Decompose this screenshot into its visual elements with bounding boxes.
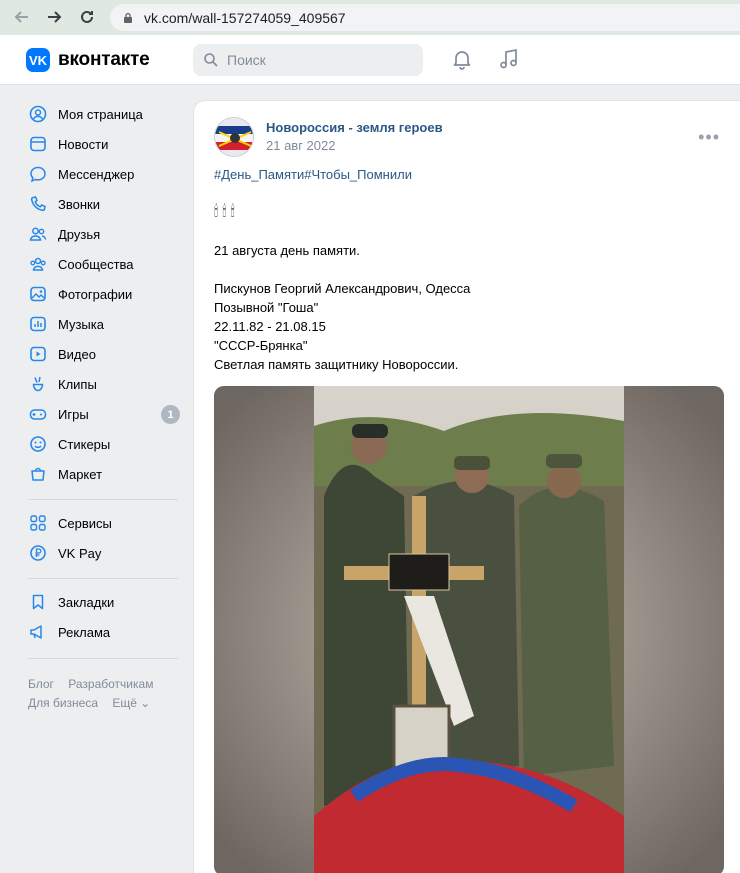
address-bar[interactable]: vk.com/wall-157274059_409567 — [110, 4, 740, 31]
sidebar-item-label: Реклама — [58, 624, 111, 640]
footer-link-developers[interactable]: Разработчикам — [68, 677, 153, 691]
footer-link-more[interactable]: Ещё ⌄ — [112, 696, 150, 710]
post-photo[interactable] — [214, 386, 724, 873]
bell-icon[interactable] — [450, 47, 474, 71]
sidebar-item-label: VK Pay — [58, 545, 102, 561]
sidebar-item-label: Сообщества — [58, 256, 134, 272]
post-author[interactable]: Новороссия - земля героев — [266, 120, 443, 135]
browser-toolbar: vk.com/wall-157274059_409567 — [0, 0, 740, 35]
sidebar-item-stickers[interactable]: Стикеры — [28, 431, 188, 457]
sidebar-item-label: Сервисы — [58, 515, 112, 531]
sidebar-item-vkpay[interactable]: VK Pay — [28, 540, 188, 566]
post-text-line: Пискунов Георгий Александрович, Одесса — [214, 281, 471, 296]
sidebar-item-label: Клипы — [58, 376, 97, 392]
games-badge: 1 — [161, 405, 180, 424]
sidebar-item-clips[interactable]: Клипы — [28, 371, 188, 397]
sidebar-item-communities[interactable]: Сообщества — [28, 251, 188, 277]
sidebar-item-bookmarks[interactable]: Закладки — [28, 589, 188, 615]
sidebar-item-photos[interactable]: Фотографии — [28, 281, 188, 307]
post-date[interactable]: 21 авг 2022 — [266, 138, 335, 153]
post-text-line: "СССР-Брянка" — [214, 338, 308, 353]
vk-header: VK вконтакте — [0, 35, 740, 85]
sidebar-item-friends[interactable]: Друзья — [28, 221, 188, 247]
communities-icon — [28, 254, 48, 274]
sidebar-item-label: Фотографии — [58, 286, 133, 302]
sidebar-item-label: Закладки — [58, 594, 115, 610]
video-icon — [28, 344, 48, 364]
sidebar-divider — [28, 578, 178, 579]
post-text-line: 22.11.82 - 21.08.15 — [214, 319, 326, 334]
sidebar-item-label: Звонки — [58, 196, 100, 212]
vk-logo-icon[interactable]: VK — [26, 48, 50, 72]
music-note-icon[interactable] — [497, 47, 521, 71]
clips-icon — [28, 374, 48, 394]
sidebar-item-news[interactable]: Новости — [28, 131, 188, 157]
sidebar-item-calls[interactable]: Звонки — [28, 191, 188, 217]
wall-post: Новороссия - земля героев 21 авг 2022 ••… — [193, 100, 740, 873]
sidebar-item-label: Мессенджер — [58, 166, 135, 182]
candle-emojis: 🕯🕯🕯 — [214, 203, 239, 220]
sidebar-item-label: Друзья — [58, 226, 101, 242]
search-input[interactable] — [227, 52, 407, 68]
search-box[interactable] — [193, 44, 423, 76]
footer-link-business[interactable]: Для бизнеса — [28, 696, 98, 710]
news-icon — [28, 134, 48, 154]
post-text-line: 21 августа день памяти. — [214, 243, 360, 258]
post-text-line: Позывной "Гоша" — [214, 300, 319, 315]
games-icon — [28, 404, 48, 424]
sidebar-footer: Блог Разработчикам — [28, 677, 164, 691]
message-icon — [28, 164, 48, 184]
market-icon — [28, 464, 48, 484]
sidebar-item-label: Новости — [58, 136, 109, 152]
sidebar-item-games[interactable]: Игры 1 — [28, 401, 188, 427]
sidebar: Моя страница Новости Мессенджер Звонки Д… — [0, 86, 192, 873]
sidebar-item-label: Музыка — [58, 316, 104, 332]
more-icon[interactable]: ••• — [698, 127, 720, 148]
sidebar-item-label: Моя страница — [58, 106, 143, 122]
sidebar-item-music[interactable]: Музыка — [28, 311, 188, 337]
user-circle-icon — [28, 104, 48, 124]
lock-icon — [124, 12, 132, 23]
sidebar-item-services[interactable]: Сервисы — [28, 510, 188, 536]
services-icon — [28, 513, 48, 533]
phone-icon — [28, 194, 48, 214]
post-hashtags[interactable]: #День_Памяти#Чтобы_Помнили — [214, 167, 412, 182]
sidebar-item-label: Видео — [58, 346, 96, 362]
photo-icon — [28, 284, 48, 304]
friends-icon — [28, 224, 48, 244]
sidebar-item-label: Маркет — [58, 466, 103, 482]
forward-icon[interactable] — [41, 4, 67, 30]
search-icon — [204, 53, 218, 67]
sidebar-divider — [28, 499, 178, 500]
stickers-icon — [28, 434, 48, 454]
footer-link-blog[interactable]: Блог — [28, 677, 54, 691]
community-avatar[interactable] — [214, 117, 254, 157]
vkpay-icon — [28, 543, 48, 563]
sidebar-item-ads[interactable]: Реклама — [28, 619, 188, 645]
ads-icon — [28, 622, 48, 642]
sidebar-item-my-page[interactable]: Моя страница — [28, 101, 188, 127]
reload-icon[interactable] — [74, 4, 100, 30]
url-text: vk.com/wall-157274059_409567 — [144, 9, 346, 26]
music-icon — [28, 314, 48, 334]
sidebar-footer: Для бизнеса Ещё ⌄ — [28, 696, 161, 710]
bookmark-icon — [28, 592, 48, 612]
sidebar-item-label: Игры — [58, 406, 89, 422]
back-icon[interactable] — [9, 4, 35, 30]
brand-name[interactable]: вконтакте — [58, 49, 150, 71]
sidebar-item-video[interactable]: Видео — [28, 341, 188, 367]
post-text-line: Светлая память защитнику Новороссии. — [214, 357, 459, 372]
sidebar-item-label: Стикеры — [58, 436, 111, 452]
sidebar-item-market[interactable]: Маркет — [28, 461, 188, 487]
sidebar-divider — [28, 658, 178, 659]
sidebar-item-messenger[interactable]: Мессенджер — [28, 161, 188, 187]
